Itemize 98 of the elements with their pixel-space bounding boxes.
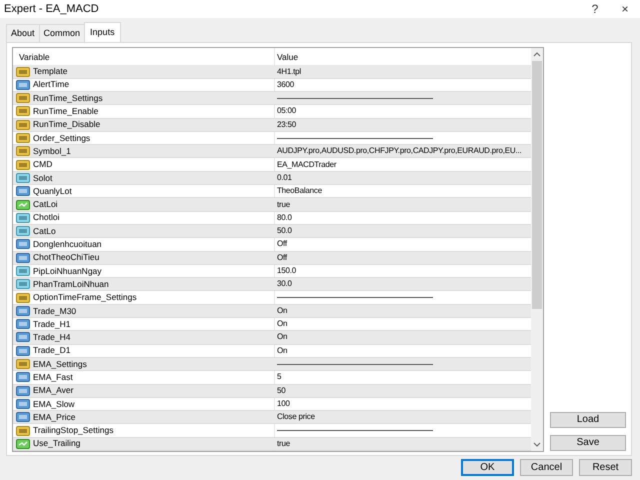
side-button[interactable]: Load — [550, 412, 626, 428]
variable-name: Solot — [33, 172, 52, 184]
variable-name: EMA_Price — [33, 410, 76, 424]
variable-name: RunTime_Disable — [33, 118, 100, 132]
variable-name: EMA_Settings — [33, 358, 87, 370]
dialog-button[interactable]: OK — [461, 459, 514, 476]
decimal-type-icon — [16, 279, 30, 290]
variable-name: EMA_Slow — [33, 398, 75, 410]
value-cell[interactable]: TheoBalance — [277, 185, 322, 198]
dialog-button[interactable]: Reset — [579, 459, 632, 476]
tab[interactable]: Inputs — [84, 22, 121, 44]
integer-type-icon — [16, 239, 30, 250]
value-cell[interactable]: 0.01 — [277, 172, 292, 184]
string-type-icon — [16, 160, 30, 170]
boolean-type-icon — [16, 438, 30, 449]
integer-type-icon — [16, 412, 30, 422]
window-title: Expert - EA_MACD — [4, 2, 100, 17]
variable-name: CatLoi — [33, 198, 58, 211]
variable-name: Order_Settings — [33, 132, 90, 144]
string-type-icon — [16, 106, 30, 116]
variable-name: OptionTimeFrame_Settings — [33, 291, 137, 304]
dialog-button[interactable]: Cancel — [520, 459, 573, 476]
value-cell[interactable]: 05:00 — [277, 105, 296, 118]
variable-name: Chotloi — [33, 211, 60, 224]
integer-type-icon — [16, 372, 30, 382]
tab[interactable]: About — [6, 24, 40, 42]
variable-name: CMD — [33, 158, 52, 171]
integer-type-icon — [16, 346, 30, 356]
string-type-icon — [16, 66, 30, 77]
value-cell[interactable]: 50 — [277, 384, 286, 397]
variable-name: Trade_M30 — [33, 304, 76, 318]
variable-name: Symbol_1 — [33, 144, 71, 158]
boolean-type-icon — [16, 200, 30, 210]
string-type-icon — [16, 93, 30, 104]
value-cell[interactable]: 100 — [277, 398, 290, 410]
decimal-type-icon — [16, 226, 30, 236]
decimal-type-icon — [16, 212, 30, 223]
variable-name: Trade_H4 — [33, 331, 70, 344]
variable-name: AlertTime — [33, 78, 70, 92]
variable-name: Donglenhcuoituan — [33, 238, 102, 251]
value-cell[interactable]: 23:50 — [277, 118, 296, 131]
value-cell[interactable]: true — [277, 198, 290, 210]
tab[interactable]: Common — [38, 24, 86, 42]
value-cell[interactable]: Close price — [277, 411, 315, 424]
integer-type-icon — [16, 252, 30, 263]
value-cell[interactable]: 4H1.tpl — [277, 66, 301, 78]
value-cell[interactable]: On — [277, 304, 288, 317]
variable-name: PhanTramLoiNhuan — [33, 278, 109, 291]
value-cell[interactable]: 30.0 — [277, 278, 292, 290]
variable-name: Trade_D1 — [33, 344, 70, 358]
variable-name: PipLoiNhuanNgay — [33, 264, 102, 278]
value-cell[interactable]: Off — [277, 238, 287, 250]
integer-type-icon — [16, 186, 30, 196]
integer-type-icon — [16, 319, 30, 330]
help-button[interactable]: ? — [580, 0, 610, 18]
variable-name: Trade_H1 — [33, 318, 70, 331]
string-type-icon — [16, 146, 30, 156]
string-type-icon — [16, 133, 30, 144]
value-cell[interactable]: 5 — [277, 371, 282, 384]
variable-name: QuanlyLot — [33, 184, 72, 198]
variable-name: EMA_Fast — [33, 371, 73, 384]
variable-name: EMA_Aver — [33, 384, 74, 398]
variable-name: TrailingStop_Settings — [33, 424, 114, 437]
scroll-up-icon[interactable] — [533, 51, 541, 58]
scrollbar[interactable] — [531, 48, 543, 451]
value-cell[interactable]: 150.0 — [277, 264, 296, 277]
string-type-icon — [16, 120, 30, 130]
value-cell[interactable]: On — [277, 318, 288, 330]
variable-name: Use_Trailing — [33, 437, 80, 450]
variable-name: RunTime_Enable — [33, 105, 98, 118]
value-cell[interactable]: 3600 — [277, 78, 294, 91]
value-cell[interactable]: On — [277, 331, 288, 344]
string-type-icon — [16, 426, 30, 436]
integer-type-icon — [16, 332, 30, 342]
variable-name: RunTime_Settings — [33, 92, 103, 105]
value-cell[interactable]: On — [277, 344, 288, 357]
close-button[interactable]: × — [610, 0, 640, 18]
value-cell[interactable]: true — [277, 438, 290, 450]
string-type-icon — [16, 292, 30, 303]
scrollbar-thumb[interactable] — [532, 61, 542, 310]
value-cell[interactable]: 50.0 — [277, 225, 292, 238]
value-cell[interactable]: EA_MACDTrader — [277, 158, 336, 171]
scroll-down-icon[interactable] — [533, 442, 541, 448]
variable-name: ChotTheoChiTieu — [33, 251, 100, 264]
decimal-type-icon — [16, 266, 30, 276]
integer-type-icon — [16, 386, 30, 396]
integer-type-icon — [16, 398, 30, 409]
value-cell[interactable]: AUDJPY.pro,AUDUSD.pro,CHFJPY.pro,CADJPY.pro,EURAUD.pro,EU... — [277, 145, 522, 158]
string-type-icon — [16, 359, 30, 370]
decimal-type-icon — [16, 172, 30, 183]
variable-name: CatLo — [33, 224, 56, 238]
column-header[interactable]: Variable — [13, 48, 274, 66]
value-cell[interactable]: Off — [277, 252, 287, 264]
side-button[interactable]: Save — [550, 435, 626, 451]
integer-type-icon — [16, 306, 30, 316]
value-cell[interactable]: 80.0 — [277, 212, 292, 224]
integer-type-icon — [16, 80, 30, 90]
variable-name: Template — [33, 65, 68, 78]
